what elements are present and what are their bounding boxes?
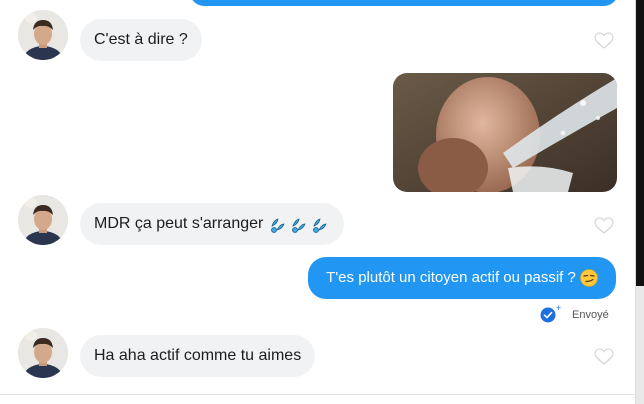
smirk-face-icon (580, 269, 598, 287)
incoming-message: Ha aha actif comme tu aimes (80, 335, 316, 377)
sweat-droplets-icon (270, 218, 327, 233)
message-text: Ha aha actif comme tu aimes (94, 347, 302, 364)
window-edge-lower (636, 286, 644, 404)
like-heart-icon[interactable] (594, 348, 614, 366)
like-heart-icon[interactable] (594, 217, 614, 235)
delivery-status: Envoyé (572, 309, 609, 321)
plus-icon: + (556, 303, 562, 313)
previous-outgoing-bubble (190, 0, 618, 6)
contact-avatar[interactable] (18, 328, 68, 378)
contact-avatar[interactable] (18, 10, 68, 60)
message-text: MDR ça peut s'arranger (94, 215, 264, 232)
sent-check-icon (540, 307, 556, 323)
like-heart-icon[interactable] (594, 32, 614, 50)
window-edge (636, 0, 644, 286)
composer-divider (0, 394, 636, 395)
incoming-message: C'est à dire ? (80, 19, 202, 61)
message-text: C'est à dire ? (94, 31, 188, 48)
contact-avatar[interactable] (18, 195, 68, 245)
divider (635, 0, 636, 404)
incoming-message: MDR ça peut s'arranger (80, 203, 344, 245)
outgoing-message: T'es plutôt un citoyen actif ou passif ? (308, 257, 616, 299)
message-text: T'es plutôt un citoyen actif ou passif ? (326, 269, 576, 286)
outgoing-gif[interactable] (393, 73, 617, 192)
